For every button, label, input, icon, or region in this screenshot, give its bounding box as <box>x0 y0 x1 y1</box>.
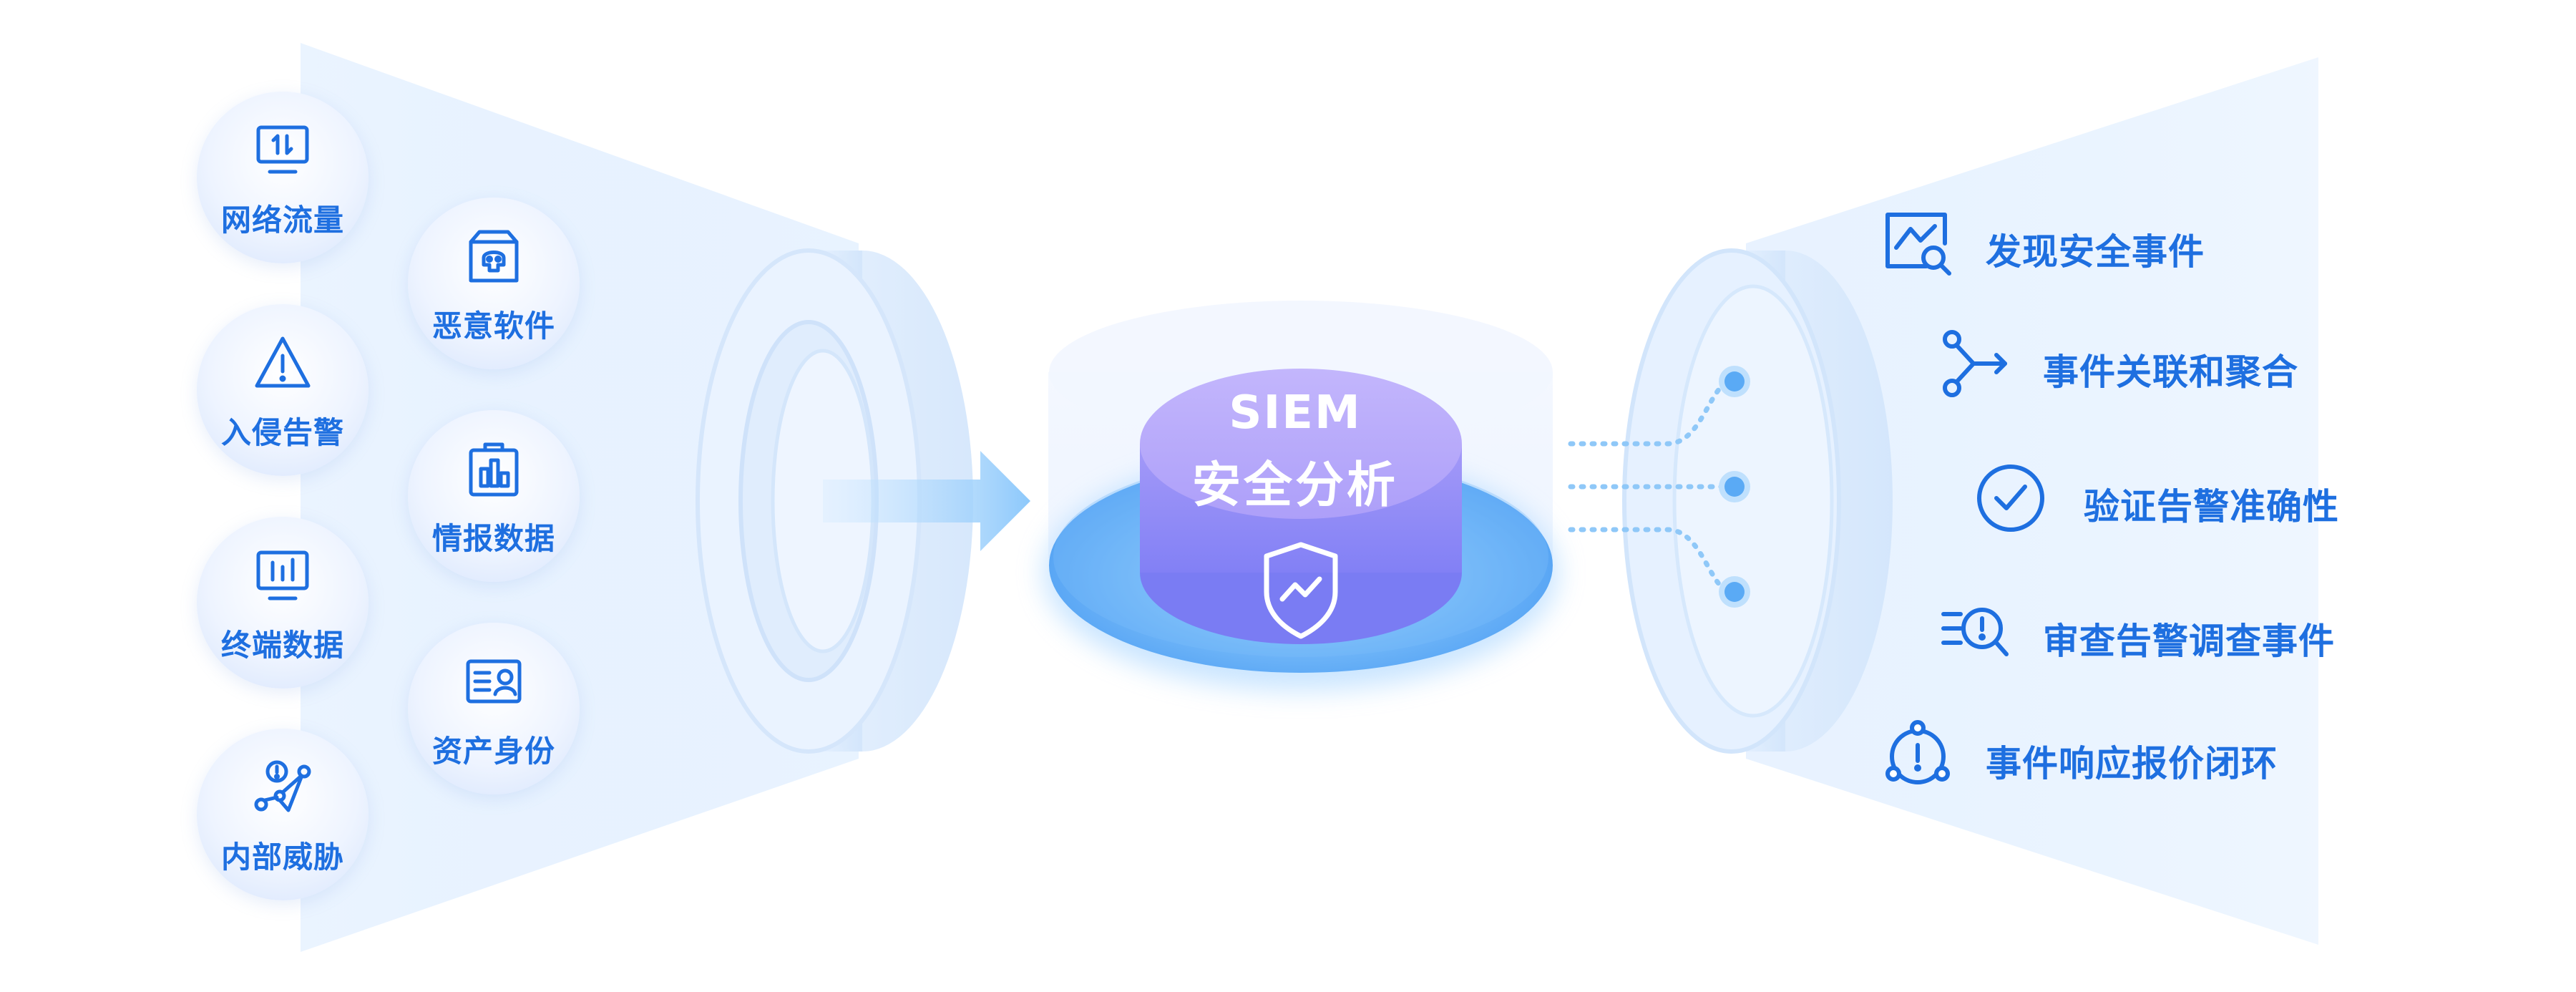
output-label: 验证告警准确性 <box>2084 486 2339 527</box>
output-label: 审查告警调查事件 <box>2043 621 2335 662</box>
input-label: 恶意软件 <box>431 308 555 344</box>
input-malware: 恶意软件 <box>408 198 580 369</box>
siem-subtitle: 安全分析 <box>1191 457 1398 514</box>
clipboard-chart-icon <box>469 442 519 497</box>
input-intelligence-data: 情报数据 <box>408 410 580 582</box>
monitor-chart-icon <box>256 550 309 600</box>
output-label: 事件关联和聚合 <box>2043 351 2298 393</box>
malware-box-icon <box>469 230 519 283</box>
id-card-icon <box>466 659 522 704</box>
siem-diagram: SIEM 安全分析 网络流量 入侵告警 终端数据 内部威胁 恶意软件 情报数据 … <box>0 0 2576 992</box>
branch-icon <box>1943 330 2007 397</box>
input-asset-identity: 资产身份 <box>408 623 580 794</box>
input-label: 内部威胁 <box>220 840 344 875</box>
input-label: 情报数据 <box>431 521 555 556</box>
output-label: 事件响应报价闭环 <box>1986 743 2278 784</box>
input-label: 终端数据 <box>220 628 344 663</box>
input-intrusion-alert: 入侵告警 <box>197 304 369 476</box>
monitor-transfer-icon <box>256 125 309 174</box>
output-label: 发现安全事件 <box>1986 231 2205 273</box>
alert-nodes-icon <box>1885 720 1950 784</box>
chart-search-icon <box>1885 213 1951 276</box>
input-insider-threat: 内部威胁 <box>197 729 369 900</box>
warning-triangle-icon <box>255 336 311 388</box>
siem-title: SIEM <box>1229 386 1362 439</box>
list-search-icon <box>1941 608 2009 656</box>
right-lens-ring <box>1622 248 1893 754</box>
input-label: 入侵告警 <box>220 415 344 450</box>
input-label: 资产身份 <box>431 734 555 769</box>
input-network-traffic: 网络流量 <box>197 92 369 263</box>
input-endpoint-data: 终端数据 <box>197 517 369 689</box>
threat-network-icon <box>254 760 311 812</box>
check-circle-icon <box>1977 465 2044 532</box>
input-label: 网络流量 <box>220 203 344 238</box>
